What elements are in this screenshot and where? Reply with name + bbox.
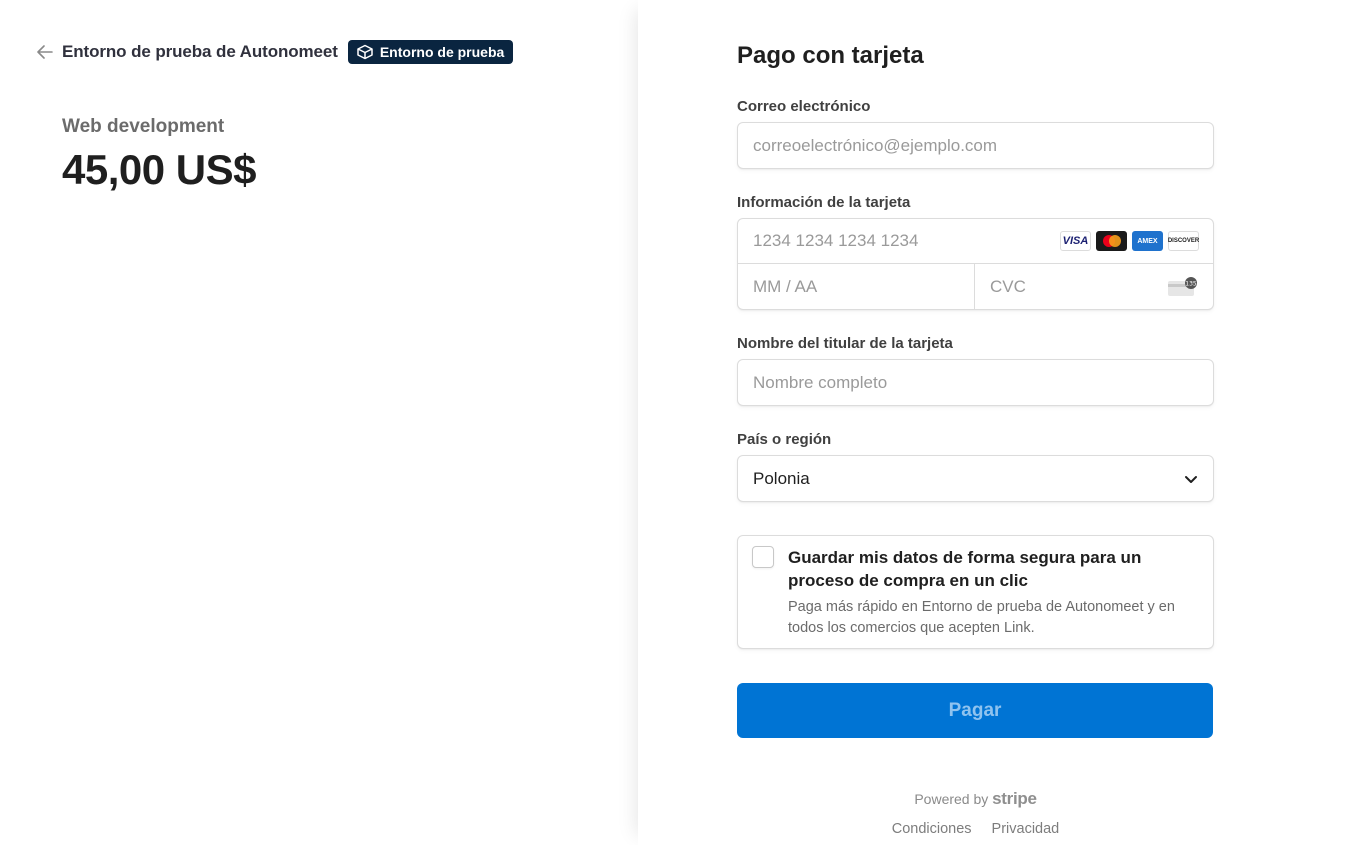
country-value: Polonia bbox=[753, 468, 810, 488]
save-info-checkbox[interactable] bbox=[752, 546, 774, 568]
terms-link[interactable]: Condiciones bbox=[892, 821, 972, 837]
payment-pane: Pago con tarjeta Correo electrónico corr… bbox=[638, 0, 1356, 845]
country-select[interactable]: Polonia bbox=[737, 455, 1214, 502]
card-number-placeholder: 1234 1234 1234 1234 bbox=[753, 231, 919, 250]
cvc-card-icon: 135 bbox=[1167, 276, 1199, 303]
merchant-name[interactable]: Entorno de prueba de Autonomeet bbox=[62, 42, 338, 62]
card-info-group: 1234 1234 1234 1234 VISA AMEX DISCOVER M… bbox=[737, 218, 1214, 310]
form-title: Pago con tarjeta bbox=[737, 42, 924, 69]
card-info-label: Información de la tarjeta bbox=[737, 194, 911, 211]
cvc-hint: 135 bbox=[1185, 281, 1197, 288]
card-brands: VISA AMEX DISCOVER bbox=[1060, 231, 1199, 251]
card-expiry-field[interactable]: MM / AA bbox=[738, 264, 975, 310]
email-field[interactable]: correoelectrónico@ejemplo.com bbox=[737, 122, 1214, 169]
pay-button[interactable]: Pagar bbox=[737, 683, 1213, 738]
card-cvc-field[interactable]: CVC 135 bbox=[975, 264, 1213, 310]
mastercard-icon bbox=[1096, 231, 1127, 251]
powered-by-label: Powered by bbox=[914, 791, 989, 807]
back-arrow-icon[interactable] bbox=[36, 43, 54, 61]
email-label: Correo electrónico bbox=[737, 98, 871, 115]
footer-links: Condiciones Privacidad bbox=[737, 821, 1214, 837]
privacy-link[interactable]: Privacidad bbox=[992, 821, 1060, 837]
test-mode-badge: Entorno de prueba bbox=[347, 40, 514, 64]
save-info-description: Paga más rápido en Entorno de prueba de … bbox=[788, 599, 1175, 636]
discover-icon: DISCOVER bbox=[1168, 231, 1199, 251]
chevron-down-icon bbox=[1183, 471, 1199, 492]
cardholder-name-field[interactable]: Nombre completo bbox=[737, 359, 1214, 406]
stripe-logo: stripe bbox=[992, 789, 1037, 808]
powered-by-stripe[interactable]: Powered by stripe bbox=[737, 789, 1214, 809]
country-label: País o región bbox=[737, 431, 832, 448]
cvc-placeholder: CVC bbox=[990, 277, 1026, 296]
test-badge-label: Entorno de prueba bbox=[379, 44, 505, 60]
box-icon bbox=[356, 44, 374, 60]
product-name: Web development bbox=[62, 116, 225, 137]
card-number-field[interactable]: 1234 1234 1234 1234 VISA AMEX DISCOVER bbox=[738, 219, 1213, 264]
save-info-title[interactable]: Guardar mis datos de forma segura para u… bbox=[788, 546, 1188, 592]
merchant-header: Entorno de prueba de Autonomeet Entorno … bbox=[36, 38, 514, 66]
cardholder-name-label: Nombre del titular de la tarjeta bbox=[737, 335, 953, 352]
product-price: 45,00 US$ bbox=[62, 146, 256, 193]
order-summary-pane: Entorno de prueba de Autonomeet Entorno … bbox=[0, 0, 638, 845]
amex-icon: AMEX bbox=[1132, 231, 1163, 251]
save-info-box: Guardar mis datos de forma segura para u… bbox=[737, 535, 1214, 649]
visa-icon: VISA bbox=[1060, 231, 1091, 251]
